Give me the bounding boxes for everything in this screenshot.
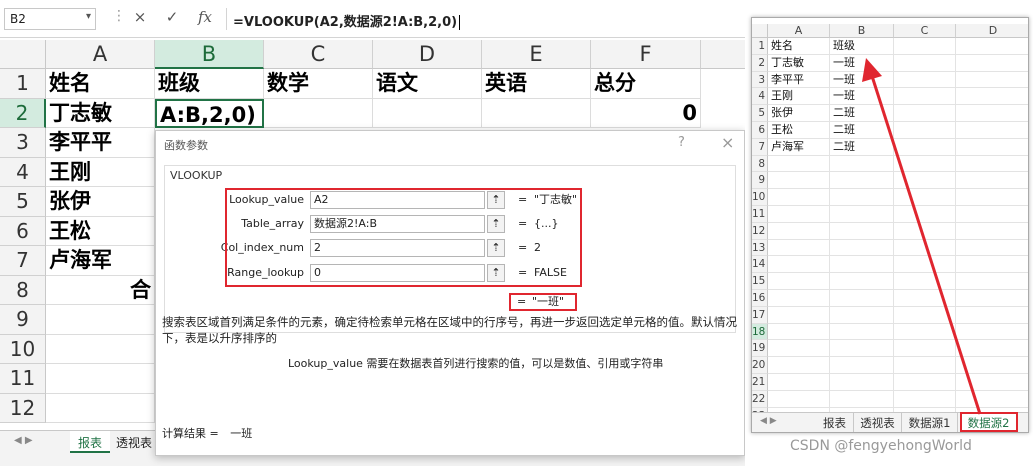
watermark: CSDN @fengyehongWorld	[790, 438, 972, 454]
arrow-line	[870, 75, 982, 415]
arrow-head	[862, 58, 882, 82]
annotation-arrow	[862, 58, 982, 415]
